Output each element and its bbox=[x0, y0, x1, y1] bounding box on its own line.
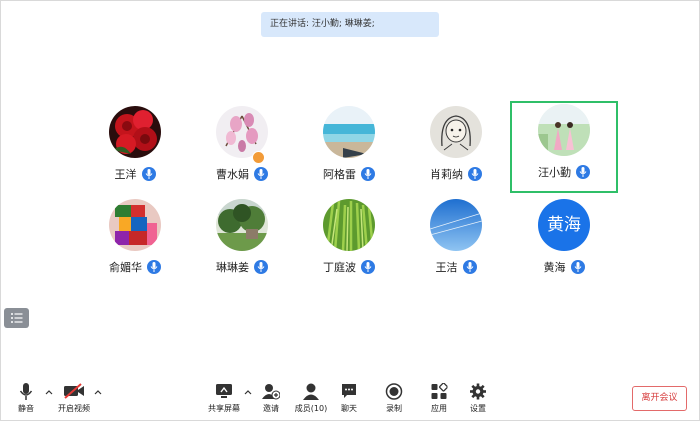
gear-icon bbox=[470, 383, 486, 400]
participant-name: 王洁 bbox=[435, 260, 458, 274]
record-label: 录制 bbox=[386, 404, 402, 413]
invite-label: 邀请 bbox=[263, 404, 279, 413]
participant-name: 俞媚华 bbox=[109, 260, 142, 274]
record-icon bbox=[385, 383, 403, 400]
list-icon bbox=[11, 313, 23, 323]
participant-name: 肖莉纳 bbox=[430, 167, 463, 181]
avatar bbox=[323, 199, 375, 251]
participant-tile-active-speaker[interactable]: 汪小勤 bbox=[510, 101, 618, 193]
participant-tile[interactable]: 俞媚华 bbox=[81, 196, 189, 288]
start-video-label: 开启视频 bbox=[58, 404, 90, 413]
microphone-icon bbox=[147, 259, 161, 274]
participant-name: 阿格雷 bbox=[323, 167, 356, 181]
chat-label: 聊天 bbox=[341, 404, 357, 413]
avatar: 黄海 bbox=[538, 199, 590, 251]
microphone-icon bbox=[19, 383, 33, 400]
participant-name: 汪小勤 bbox=[538, 165, 571, 179]
participant-tile[interactable]: 丁庭波 bbox=[295, 196, 403, 288]
mute-label: 静音 bbox=[18, 404, 34, 413]
chat-button[interactable]: 聊天 bbox=[336, 378, 362, 418]
list-view-button[interactable] bbox=[4, 308, 29, 328]
invite-button[interactable]: 邀请 bbox=[257, 378, 285, 418]
avatar bbox=[430, 106, 482, 158]
apps-label: 应用 bbox=[431, 404, 447, 413]
participant-name: 丁庭波 bbox=[323, 260, 356, 274]
avatar bbox=[109, 199, 161, 251]
user-icon bbox=[303, 383, 319, 400]
participant-name: 黄海 bbox=[543, 260, 566, 274]
share-screen-label: 共享屏幕 bbox=[208, 404, 240, 413]
apps-button[interactable]: 应用 bbox=[426, 378, 452, 418]
start-video-button[interactable]: 开启视频 bbox=[54, 378, 94, 418]
microphone-icon bbox=[361, 166, 375, 181]
participant-name: 曹水娟 bbox=[216, 167, 249, 181]
participant-tile[interactable]: 阿格雷 bbox=[295, 103, 403, 195]
add-user-icon bbox=[262, 384, 280, 400]
chevron-up-icon[interactable] bbox=[44, 388, 54, 396]
microphone-icon bbox=[361, 259, 375, 274]
avatar bbox=[430, 199, 482, 251]
microphone-icon bbox=[141, 166, 156, 181]
microphone-icon bbox=[468, 166, 482, 181]
avatar bbox=[538, 104, 590, 156]
microphone-icon bbox=[462, 259, 477, 274]
settings-button[interactable]: 设置 bbox=[465, 378, 491, 418]
participant-name: 王洋 bbox=[114, 167, 137, 181]
chevron-up-icon[interactable] bbox=[243, 388, 253, 396]
microphone-icon bbox=[254, 166, 268, 181]
settings-label: 设置 bbox=[470, 404, 486, 413]
mute-button[interactable]: 静音 bbox=[10, 378, 42, 418]
participant-tile[interactable]: 黄海 黄海 bbox=[510, 196, 618, 288]
avatar bbox=[109, 106, 161, 158]
meeting-toolbar: 静音 开启视频 共享屏幕 邀请 成员(10) 聊天 录制 应用 设置 bbox=[0, 378, 700, 420]
apps-icon bbox=[431, 383, 448, 399]
participant-name: 琳琳姜 bbox=[216, 260, 249, 274]
microphone-icon bbox=[576, 164, 590, 179]
microphone-icon bbox=[254, 259, 268, 274]
share-screen-button[interactable]: 共享屏幕 bbox=[205, 378, 243, 418]
share-screen-icon bbox=[216, 384, 232, 398]
avatar bbox=[216, 199, 268, 251]
participant-tile[interactable]: 肖莉纳 bbox=[402, 103, 510, 195]
chevron-up-icon[interactable] bbox=[93, 388, 103, 396]
participant-tile[interactable]: 琳琳姜 bbox=[188, 196, 296, 288]
members-button[interactable]: 成员(10) bbox=[293, 378, 329, 418]
avatar bbox=[323, 106, 375, 158]
leave-meeting-button[interactable]: 离开会议 bbox=[632, 386, 687, 411]
chat-icon bbox=[342, 384, 356, 398]
video-off-icon bbox=[64, 383, 84, 399]
record-button[interactable]: 录制 bbox=[381, 378, 407, 418]
participant-grid: 王洋 曹水娟 阿格雷 肖莉纳 汪小勤 俞媚华 琳琳姜 丁庭波 王洁 黄海 黄海 bbox=[0, 0, 700, 300]
microphone-icon bbox=[570, 259, 585, 274]
avatar bbox=[216, 106, 268, 158]
members-label: 成员(10) bbox=[294, 404, 328, 413]
participant-tile[interactable]: 王洁 bbox=[402, 196, 510, 288]
participant-tile[interactable]: 曹水娟 bbox=[188, 103, 296, 195]
participant-tile[interactable]: 王洋 bbox=[81, 103, 189, 195]
